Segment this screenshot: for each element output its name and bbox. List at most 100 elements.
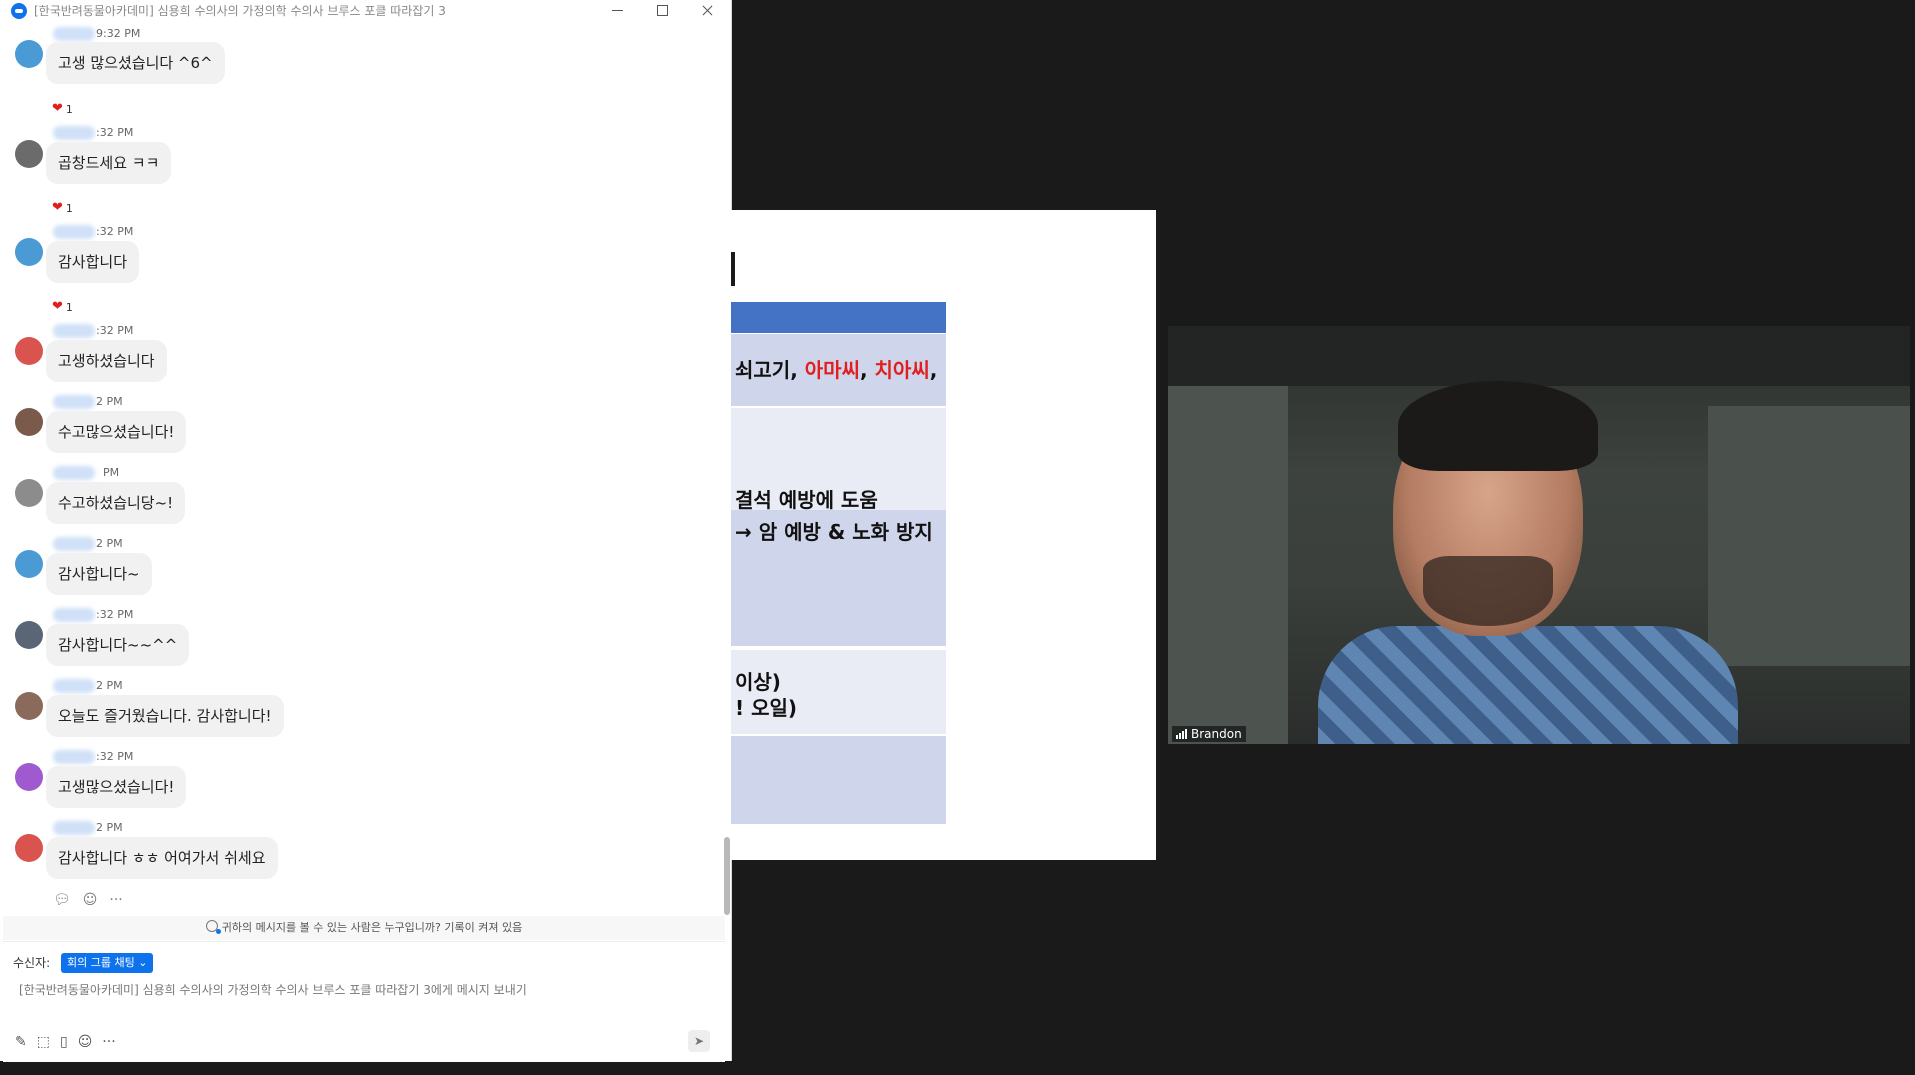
sender-name-blurred [53, 750, 95, 764]
message-bubble[interactable]: 고생하셨습니다 [46, 340, 167, 382]
composer-toolbar: ✎ ⬚ ▯ ☺ ··· [15, 1034, 116, 1050]
reply-icon[interactable]: 💬︎ [53, 892, 71, 910]
avatar[interactable] [15, 763, 43, 791]
recipient-value: 회의 그룹 채팅 [67, 956, 135, 969]
message-bubble[interactable]: 수고많으셨습니다! [46, 411, 187, 453]
message-time: 9:32 PM [96, 27, 141, 40]
sender-name-blurred [53, 608, 95, 622]
slide-text: 쇠고기, [735, 358, 805, 382]
privacy-notice[interactable]: 귀하의 메시지를 볼 수 있는 사람은 누구입니까? 기록이 켜져 있음 [3, 916, 725, 940]
video-person-beard [1423, 556, 1553, 626]
slide-text: 결석 예방에 도움 [735, 488, 878, 512]
slide-text: → 암 예방 & 노화 방지 [735, 520, 933, 544]
recipient-dropdown[interactable]: 회의 그룹 채팅 ⌄ [61, 953, 154, 973]
message-time: :32 PM [96, 750, 134, 763]
screenshot-icon[interactable]: ⬚ [37, 1034, 50, 1050]
avatar[interactable] [15, 40, 43, 68]
message-composer: 수신자: 회의 그룹 채팅 ⌄ ✎ ⬚ ▯ ☺ ··· ➤ [3, 941, 725, 1062]
avatar[interactable] [15, 692, 43, 720]
more-icon[interactable]: ··· [102, 1034, 115, 1050]
close-button[interactable] [685, 0, 729, 22]
reaction[interactable]: ❤ 1 [52, 299, 73, 315]
message-bubble[interactable]: 수고하셨습니당~! [46, 482, 186, 524]
slide-table-row: 이상) ! 오일) [731, 650, 946, 734]
window-title: [한국반려동물아카데미] 심용희 수의사의 가정의학 수의사 브루스 포클 따라… [34, 4, 446, 18]
shared-slide: 쇠고기, 아마씨, 치아씨, 결석 예방에 도움 → 암 예방 & 노화 방지 … [731, 210, 1156, 860]
reaction[interactable]: ❤ 1 [52, 101, 73, 117]
message-time: :32 PM [96, 225, 134, 238]
privacy-notice-text: 귀하의 메시지를 볼 수 있는 사람은 누구입니까? 기록이 켜져 있음 [221, 921, 523, 934]
sender-name-blurred [53, 395, 95, 409]
message-list[interactable]: 9:32 PM 고생 많으셨습니다 ^6^ ❤ 1 :32 PM 곱창드세요 ㅋㅋ… [3, 22, 725, 915]
message-time: 2 PM [96, 679, 123, 692]
message-time: :32 PM [96, 608, 134, 621]
slide-table-row: → 암 예방 & 노화 방지 [731, 510, 946, 646]
sender-name-blurred [53, 466, 95, 480]
maximize-button[interactable] [640, 0, 684, 22]
slide-text: ! 오일) [735, 696, 798, 720]
format-icon[interactable]: ✎ [15, 1034, 27, 1050]
title-bar: [한국반려동물아카데미] 심용희 수의사의 가정의학 수의사 브루스 포클 따라… [0, 0, 731, 22]
avatar[interactable] [15, 337, 43, 365]
user-visibility-icon [205, 920, 221, 934]
reaction[interactable]: ❤ 1 [52, 200, 73, 216]
chevron-down-icon: ⌄ [138, 956, 148, 969]
message-time: 2 PM [96, 821, 123, 834]
sender-name-blurred [53, 537, 95, 551]
slide-table-row [731, 736, 946, 824]
slide-highlight-text: 치아씨 [874, 358, 930, 382]
slide-table-row: 쇠고기, 아마씨, 치아씨, [731, 334, 946, 406]
message-time: :32 PM [96, 126, 134, 139]
video-person-hair [1398, 381, 1598, 471]
chat-window: [한국반려동물아카데미] 심용희 수의사의 가정의학 수의사 브루스 포클 따라… [0, 0, 732, 1062]
scroll-thumb[interactable] [724, 837, 730, 915]
avatar[interactable] [15, 834, 43, 862]
avatar[interactable] [15, 550, 43, 578]
message-bubble[interactable]: 감사합니다~ [46, 553, 152, 595]
emoji-icon[interactable]: ☺ [78, 1034, 93, 1050]
message-bubble[interactable]: 감사합니다 ㅎㅎ 어여가서 쉬세요 [46, 837, 278, 879]
sender-name-blurred [53, 225, 95, 239]
sender-name-blurred [53, 126, 95, 140]
message-bubble[interactable]: 곱창드세요 ㅋㅋ [46, 142, 172, 184]
message-bubble[interactable]: 감사합니다 [46, 241, 140, 283]
message-bubble[interactable]: 오늘도 즐거웠습니다. 감사합니다! [46, 695, 284, 737]
slide-text: 이상) [735, 670, 781, 694]
send-button[interactable]: ➤ [688, 1030, 710, 1052]
message-bubble[interactable]: 고생많으셨습니다! [46, 766, 187, 808]
avatar[interactable] [15, 479, 43, 507]
message-bubble[interactable]: 고생 많으셨습니다 ^6^ [46, 42, 225, 84]
slide-text: , [859, 358, 875, 382]
participant-name-tag: Brandon [1172, 726, 1246, 742]
sender-name-blurred [53, 821, 95, 835]
avatar[interactable] [15, 408, 43, 436]
avatar[interactable] [15, 140, 43, 168]
message-time: :32 PM [96, 324, 134, 337]
scrollbar[interactable] [723, 22, 731, 915]
sender-name-blurred [53, 324, 95, 338]
heart-icon: ❤ [52, 299, 63, 314]
sender-name-blurred [53, 27, 95, 41]
message-input[interactable] [13, 978, 715, 1002]
slide-table-row: 결석 예방에 도움 [731, 408, 946, 520]
message-time: PM [103, 466, 120, 479]
avatar[interactable] [15, 621, 43, 649]
message-actions: 💬︎ ☺ ··· [53, 892, 123, 910]
video-window-left [1168, 386, 1288, 744]
avatar[interactable] [15, 238, 43, 266]
message-bubble[interactable]: 감사합니다~~^^ [46, 624, 190, 666]
slide-highlight-text: 아마씨 [804, 358, 860, 382]
minimize-button[interactable] [595, 0, 639, 22]
reaction-count: 1 [65, 102, 73, 116]
participant-name: Brandon [1191, 727, 1242, 741]
signal-strength-icon [1176, 729, 1187, 739]
zoom-logo-icon [11, 3, 27, 19]
file-icon[interactable]: ▯ [60, 1034, 68, 1050]
video-ceiling [1168, 326, 1910, 386]
participant-video[interactable]: Brandon [1168, 326, 1910, 744]
more-icon[interactable]: ··· [109, 892, 122, 910]
reaction-count: 1 [65, 300, 73, 314]
slide-text: , [929, 358, 938, 382]
slide-table-header [731, 302, 946, 333]
emoji-icon[interactable]: ☺ [83, 892, 98, 910]
